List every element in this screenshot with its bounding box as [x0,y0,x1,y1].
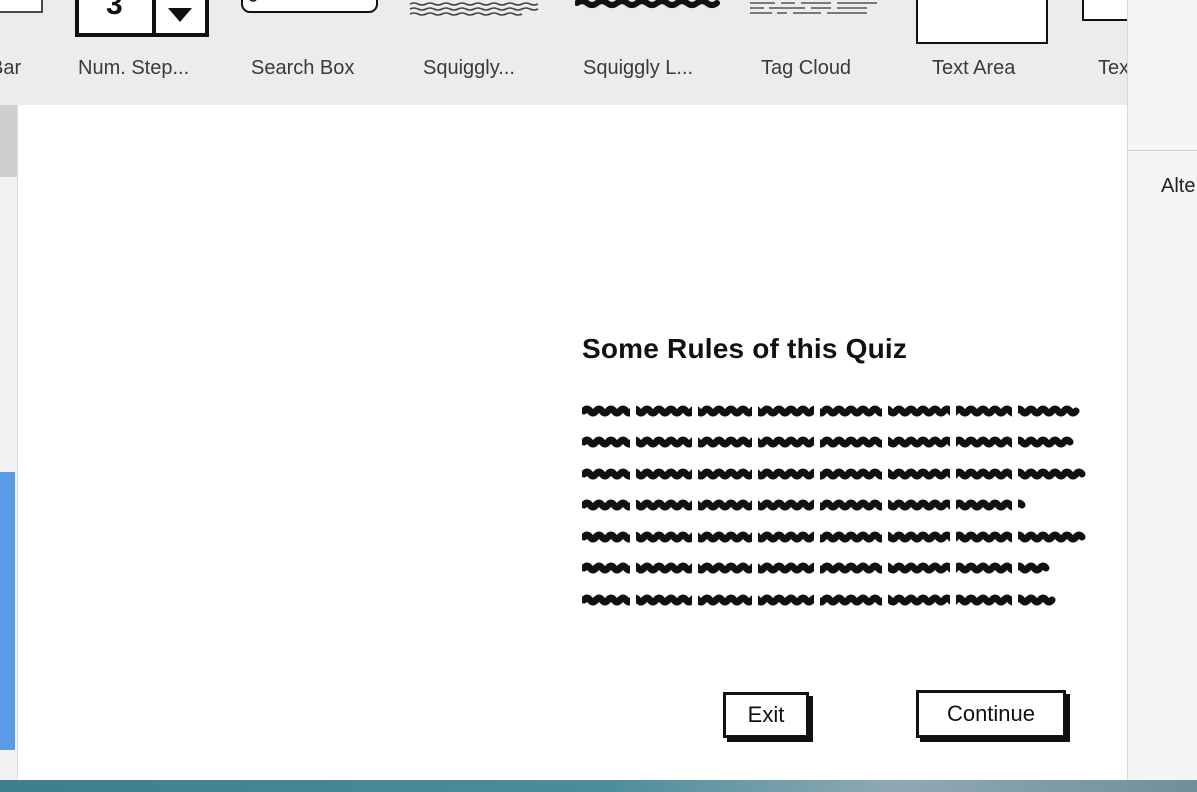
component-library: Bar 3 Num. Step... Search Box Squiggly..… [0,0,1127,106]
text-thumbnail-icon [1082,0,1127,21]
library-item-squiggly[interactable]: Squiggly... [405,0,550,105]
library-item-tag-cloud[interactable]: Tag Cloud [745,0,890,105]
squiggly-text-block [582,397,1086,617]
properties-label: Alte [1161,175,1196,197]
mockup-canvas[interactable]: Some Rules of this Quiz Exit Continue [18,105,1127,780]
squiggly-line-thumbnail-icon [575,0,720,8]
rail-selection-highlight[interactable] [0,472,15,750]
search-box-thumbnail-icon [241,0,378,13]
library-item-label: Search Box [251,57,355,79]
dialog-title: Some Rules of this Quiz [582,333,908,364]
properties-divider [1128,150,1197,151]
library-item-label: Squiggly... [423,57,515,79]
library-item-label: Tag Cloud [761,57,852,79]
rail-scroll-thumb[interactable] [0,105,17,177]
continue-button[interactable]: Continue [916,690,1066,738]
library-item-label: Text Area [932,57,1016,79]
tag-cloud-thumbnail-icon [750,2,877,14]
library-item-label: Num. Step... [78,57,190,79]
library-item-text-area[interactable]: Text Area [912,0,1057,105]
library-item-label: Squiggly L... [583,57,694,79]
library-item-bar[interactable]: Bar [0,0,50,105]
library-item-label: Bar [0,57,22,79]
properties-panel: Alte [1127,0,1197,780]
squiggly-text-thumbnail-icon [409,2,539,16]
numeric-stepper-thumbnail-icon [75,0,209,37]
stepper-value: 3 [106,0,123,21]
library-item-text[interactable]: Tex [1078,0,1127,105]
library-item-numeric-stepper[interactable]: 3 Num. Step... [72,0,217,105]
library-item-label: Tex [1098,57,1127,79]
text-area-thumbnail-icon [916,0,1048,44]
desktop-background-strip [0,780,1197,792]
library-item-squiggly-line[interactable]: Squiggly L... [575,0,720,105]
library-item-search-box[interactable]: Search Box [240,0,385,105]
left-rail [0,105,18,780]
exit-button[interactable]: Exit [723,692,809,738]
bar-thumbnail-icon [0,0,43,13]
